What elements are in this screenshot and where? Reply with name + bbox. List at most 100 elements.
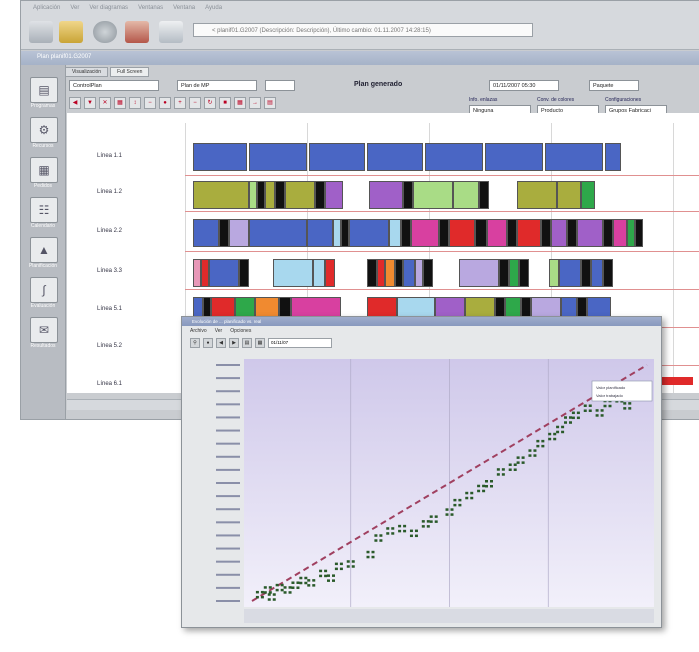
document-icon[interactable] [159,21,183,43]
gantt-bar[interactable] [577,219,603,247]
zoom-out-icon[interactable]: − [189,97,201,109]
gantt-bar[interactable] [413,181,453,209]
gantt-bar[interactable] [193,143,247,171]
tab-visualizacion[interactable]: Visualización [65,67,109,77]
gantt-bar[interactable] [275,181,285,209]
gantt-bar[interactable] [415,259,423,287]
gantt-bar[interactable] [341,219,349,247]
gantt-bar[interactable] [559,259,581,287]
lock-icon[interactable]: ■ [219,97,231,109]
orders-icon[interactable]: ▦ [30,157,58,183]
plan-select[interactable]: ControlPlan [69,80,159,91]
gantt-bar[interactable] [449,219,475,247]
gantt-bar[interactable] [249,143,307,171]
program-icon[interactable]: ▤ [30,77,58,103]
resource-icon[interactable]: ⚙ [30,117,58,143]
gantt-bar[interactable] [499,259,509,287]
gantt-bar[interactable] [517,181,557,209]
filter-icon[interactable]: ▼ [84,97,96,109]
folder-icon[interactable] [59,21,83,43]
gantt-bar[interactable] [209,259,239,287]
print-icon[interactable]: ▤ [264,97,276,109]
prev-icon[interactable]: ◀ [216,337,226,348]
menu-item[interactable]: Aplicación [33,5,60,15]
gantt-bar[interactable] [385,259,395,287]
gantt-bar[interactable] [479,181,489,209]
gantt-bar[interactable] [193,259,201,287]
view-select[interactable] [265,80,295,91]
gantt-bar[interactable] [459,259,499,287]
gantt-bar[interactable] [635,219,643,247]
print-icon[interactable]: ▤ [242,337,252,348]
gantt-bar[interactable] [369,181,403,209]
date-input[interactable]: 01/11/07 [268,337,332,348]
gantt-bar[interactable] [257,181,265,209]
plan-type-select[interactable]: Plan de MP [177,80,257,91]
calendar-icon[interactable]: ☷ [30,197,58,223]
chart-icon[interactable]: ▦ [114,97,126,109]
next-icon[interactable]: ▶ [229,337,239,348]
gantt-bar[interactable] [313,259,325,287]
gantt-bar[interactable] [265,181,275,209]
gantt-bar[interactable] [273,259,313,287]
gantt-bar[interactable] [517,219,541,247]
refresh-icon[interactable]: ↻ [204,97,216,109]
gantt-bar[interactable] [567,219,577,247]
tab-full-screen[interactable]: Full Screen [110,67,150,77]
chart-menu-item[interactable]: Opciones [230,328,251,334]
gantt-bar[interactable] [219,219,229,247]
results-icon[interactable]: ✉ [30,317,58,343]
gantt-bar[interactable] [541,219,551,247]
gantt-bar[interactable] [613,219,627,247]
package-select[interactable]: Paquete [589,80,639,91]
gantt-bar[interactable] [485,143,543,171]
back-icon[interactable]: ◀ [69,97,81,109]
chart-menu-item[interactable]: Archivo [190,328,207,334]
gantt-bar[interactable] [487,219,507,247]
planning-icon[interactable]: ▲ [30,237,58,263]
gantt-bar[interactable] [475,219,487,247]
menu-item[interactable]: Ventanas [138,5,163,15]
gantt-bar[interactable] [307,219,333,247]
gantt-bar[interactable] [201,259,209,287]
evaluation-icon[interactable]: ∫ [30,277,58,303]
gantt-bar[interactable] [557,181,581,209]
search-icon[interactable]: ● [203,337,213,348]
gantt-bar[interactable] [367,259,377,287]
gantt-bar[interactable] [551,219,567,247]
gantt-bar[interactable] [229,219,249,247]
date-field[interactable]: 01/11/2007 05:30 [489,80,559,91]
gantt-bar[interactable] [315,181,325,209]
save-icon[interactable] [125,21,149,43]
gantt-bar[interactable] [603,259,613,287]
gantt-bar[interactable] [453,181,479,209]
gantt-bar[interactable] [325,181,343,209]
gantt-bar[interactable] [627,219,635,247]
gantt-bar[interactable] [395,259,403,287]
gantt-bar[interactable] [411,219,439,247]
gantt-bar[interactable] [239,259,249,287]
gantt-bar[interactable] [581,259,591,287]
gantt-bar[interactable] [309,143,365,171]
gantt-bar[interactable] [519,259,529,287]
cut-icon[interactable]: ✕ [99,97,111,109]
copy-icon[interactable]: ▦ [255,337,265,348]
zoom-in-icon[interactable]: + [174,97,186,109]
gantt-bar[interactable] [581,181,595,209]
gantt-bar[interactable] [605,143,621,171]
gantt-bar[interactable] [333,219,341,247]
gantt-bar[interactable] [401,219,411,247]
gantt-bar[interactable] [325,259,335,287]
zoom-icon[interactable]: ⚲ [190,337,200,348]
gantt-bar[interactable] [193,181,249,209]
gantt-bar[interactable] [403,181,413,209]
pin-icon[interactable]: ● [159,97,171,109]
minus-icon[interactable]: − [144,97,156,109]
gantt-bar[interactable] [423,259,433,287]
gantt-bar[interactable] [603,219,613,247]
gantt-bar[interactable] [349,219,389,247]
gantt-bar[interactable] [549,259,559,287]
move-icon[interactable]: ↕ [129,97,141,109]
gantt-bar[interactable] [193,219,219,247]
gantt-bar[interactable] [389,219,401,247]
